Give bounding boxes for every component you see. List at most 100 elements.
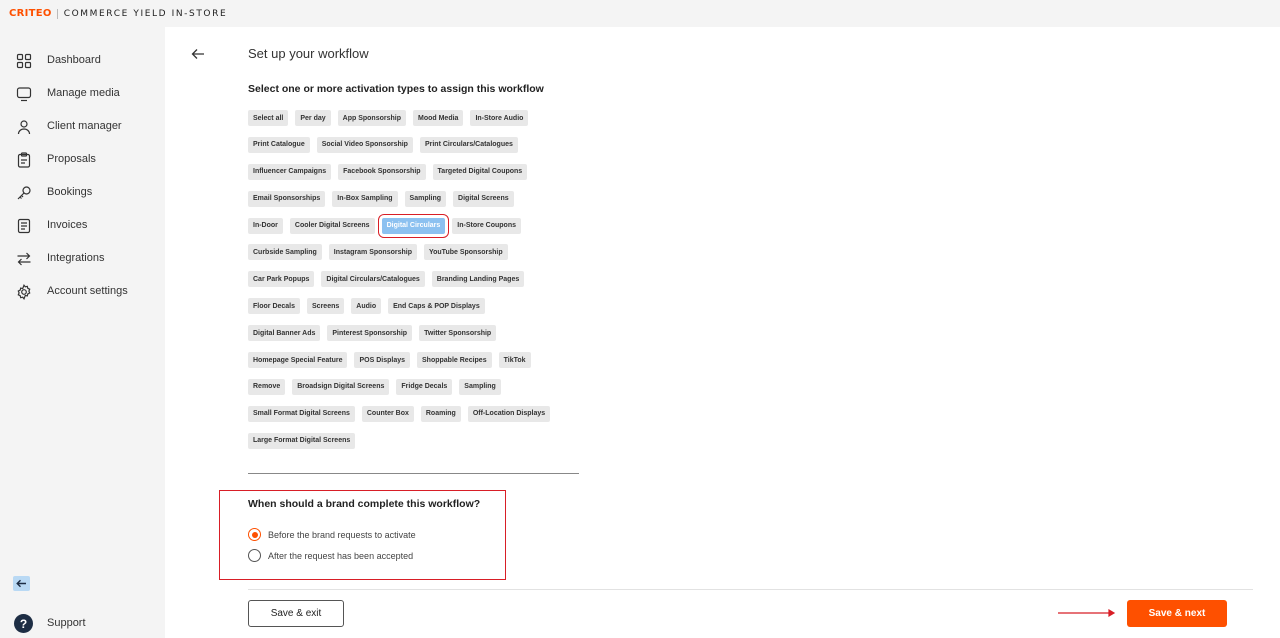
activation-type-chip[interactable]: In-Store Audio — [470, 110, 529, 126]
user-icon — [17, 120, 31, 135]
activation-type-chip[interactable]: Email Sponsorships — [248, 190, 326, 207]
pointer-arrow-icon — [1058, 608, 1116, 618]
activation-type-chip[interactable]: TikTok — [498, 352, 531, 369]
arrow-left-icon — [16, 579, 26, 588]
activation-type-chip[interactable]: Select all — [248, 110, 289, 126]
radio-before-request[interactable] — [248, 528, 261, 541]
activation-type-chip[interactable]: End Caps & POP Displays — [388, 298, 485, 315]
activation-type-chip[interactable]: App Sponsorship — [337, 110, 406, 126]
activation-type-chip[interactable]: In-Box Sampling — [332, 190, 398, 207]
activation-type-chip[interactable]: Pinterest Sponsorship — [327, 325, 413, 342]
product-name: COMMERCE YIELD IN-STORE — [63, 8, 228, 19]
activation-type-chip[interactable]: Homepage Special Feature — [248, 352, 348, 369]
chip-row: Select all Per day App Sponsorship Mood Med… — [248, 110, 588, 137]
activation-type-chip[interactable]: Remove — [248, 378, 286, 395]
activation-type-chip[interactable]: Car Park Popups — [248, 271, 315, 288]
activation-type-chip[interactable]: Shoppable Recipes — [417, 352, 492, 369]
brand-logo[interactable]: CRITEO — [9, 8, 52, 19]
dashboard-grid-icon — [16, 53, 32, 69]
sidebar-item-dashboard[interactable]: Dashboard — [0, 47, 165, 75]
activation-type-chip[interactable]: Branding Landing Pages — [431, 271, 525, 288]
activation-type-chip[interactable]: Roaming — [420, 405, 461, 422]
activation-type-chip[interactable]: Instagram Sponsorship — [328, 244, 417, 261]
activation-type-chip[interactable]: Digital Banner Ads — [248, 325, 321, 342]
activation-type-chip[interactable]: In-Store Coupons — [452, 217, 521, 234]
workflow-timing-section: When should a brand complete this workfl… — [219, 490, 506, 580]
activation-type-chip[interactable]: Audio — [351, 298, 382, 315]
activation-type-chip[interactable]: Digital Circulars/Catalogues — [321, 271, 425, 288]
chip-row: Large Format Digital Screens — [248, 432, 588, 460]
activation-type-chip[interactable]: Cooler Digital Screens — [289, 217, 375, 234]
sidebar-item-integrations[interactable]: Integrations — [0, 245, 165, 273]
activation-type-chip[interactable]: YouTube Sponsorship — [423, 244, 508, 261]
key-icon — [17, 186, 31, 200]
activation-type-chip[interactable]: Floor Decals — [248, 298, 301, 315]
activation-type-chip[interactable]: Print Catalogue — [248, 136, 310, 153]
activation-type-chip[interactable]: Targeted Digital Coupons — [432, 163, 528, 180]
support-link[interactable]: ? Support — [14, 614, 86, 633]
top-bar: CRITEO COMMERCE YIELD IN-STORE — [0, 0, 1280, 27]
document-icon — [17, 218, 31, 234]
back-arrow-icon[interactable] — [190, 46, 206, 62]
activation-type-chip[interactable]: Sampling — [459, 378, 501, 395]
activation-type-chip[interactable]: Large Format Digital Screens — [248, 432, 356, 449]
activation-type-chip[interactable]: Per day — [295, 110, 331, 126]
activation-type-chip[interactable]: Broadsign Digital Screens — [292, 378, 390, 395]
brand-separator — [56, 8, 58, 19]
page-title: Set up your workflow — [248, 46, 369, 61]
sidebar-item-client-manager[interactable]: Client manager — [0, 113, 165, 141]
timing-option-after[interactable]: After the request has been accepted — [248, 549, 413, 562]
chip-row: Influencer Campaigns Facebook Sponsorship… — [248, 163, 588, 191]
radio-label: After the request has been accepted — [268, 550, 414, 561]
question-icon: ? — [14, 614, 33, 633]
activation-type-chip[interactable]: Facebook Sponsorship — [338, 163, 426, 180]
sidebar-item-account-settings[interactable]: Account settings — [0, 278, 165, 306]
activation-type-chip[interactable]: Counter Box — [361, 405, 414, 422]
chip-row: Curbside Sampling Instagram Sponsorship Yo… — [248, 244, 588, 271]
activation-type-chip[interactable]: Social Video Sponsorship — [316, 136, 413, 153]
chip-row: Email Sponsorships In-Box Sampling Samplin… — [248, 190, 588, 218]
activation-types-title: Select one or more activation types to a… — [248, 83, 544, 95]
activation-type-chip[interactable]: Mood Media — [413, 110, 464, 126]
save-next-button[interactable]: Save & next — [1127, 600, 1227, 627]
sidebar-item-label: Client manager — [47, 120, 122, 132]
radio-label: Before the brand requests to activate — [268, 529, 416, 540]
activation-type-chip[interactable]: Off-Location Displays — [467, 405, 551, 422]
collapse-sidebar-button[interactable] — [13, 576, 30, 591]
activation-type-chip[interactable]: Influencer Campaigns — [248, 163, 332, 180]
chip-row: Floor Decals Screens Audio End Caps & POP D… — [248, 298, 588, 325]
arrows-exchange-icon — [17, 252, 31, 266]
sidebar-item-label: Dashboard — [47, 54, 101, 66]
activation-type-chip[interactable]: Screens — [307, 298, 345, 315]
activation-type-chip[interactable]: Curbside Sampling — [248, 244, 322, 261]
activation-type-chip[interactable]: Print Circulars/Catalogues — [419, 136, 518, 153]
activation-type-chip[interactable]: Sampling — [404, 190, 447, 207]
sidebar-item-label: Invoices — [47, 219, 88, 231]
activation-type-chips: Select all Per day App Sponsorship Mood Med… — [248, 110, 588, 460]
sidebar-item-proposals[interactable]: Proposals — [0, 146, 165, 174]
activation-type-chip[interactable]: Digital Screens — [453, 190, 514, 207]
gear-icon — [17, 284, 31, 300]
monitor-icon — [16, 87, 32, 102]
activation-type-chip[interactable]: Digital Circulars — [377, 213, 450, 238]
sidebar-item-label: Proposals — [47, 153, 96, 165]
section-divider — [248, 473, 579, 474]
sidebar-item-bookings[interactable]: Bookings — [0, 179, 165, 207]
clipboard-icon — [17, 152, 31, 168]
chip-row: Remove Broadsign Digital Screens Fridge De… — [248, 378, 588, 406]
chip-row: Digital Banner Ads Pinterest Sponsorship T… — [248, 325, 588, 352]
save-exit-button[interactable]: Save & exit — [248, 600, 344, 627]
activation-type-chip[interactable]: Twitter Sponsorship — [419, 325, 497, 342]
timing-option-before[interactable]: Before the brand requests to activate — [248, 528, 416, 541]
radio-after-accepted[interactable] — [248, 549, 261, 562]
activation-type-chip[interactable]: POS Displays — [354, 352, 411, 369]
sidebar-item-label: Account settings — [47, 285, 128, 297]
chip-row: In-Door Cooler Digital Screens Digital Cir… — [248, 213, 588, 245]
chip-row: Homepage Special Feature POS Displays Shop… — [248, 352, 588, 379]
sidebar-item-manage-media[interactable]: Manage media — [0, 80, 165, 108]
activation-type-chip[interactable]: Fridge Decals — [396, 378, 453, 395]
sidebar-item-invoices[interactable]: Invoices — [0, 212, 165, 240]
activation-type-chip[interactable]: Small Format Digital Screens — [248, 405, 355, 422]
activation-type-chip[interactable]: In-Door — [248, 217, 283, 234]
chip-row: Print Catalogue Social Video Sponsorship P… — [248, 136, 588, 164]
